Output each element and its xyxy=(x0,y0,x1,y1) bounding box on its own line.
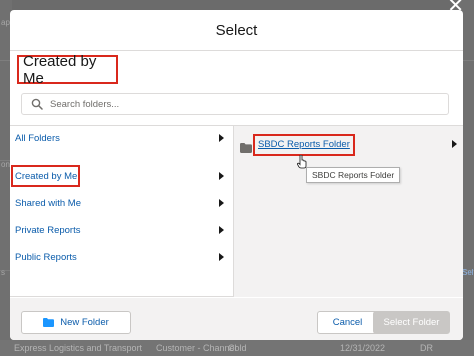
backdrop-fragment: on xyxy=(1,160,10,169)
folder-contents-list: SBDC Reports Folder SBDC Reports Folder xyxy=(234,126,463,297)
backdrop-cell: Express Logistics and Transport xyxy=(14,343,143,353)
search-icon xyxy=(31,98,43,110)
cancel-button[interactable]: Cancel xyxy=(317,311,378,334)
nav-item-all-folders[interactable]: All Folders xyxy=(10,127,233,149)
modal-header: Select xyxy=(10,10,463,51)
backdrop-fragment: ap xyxy=(1,18,10,27)
folder-category-list: All Folders Created by Me Shared with Me… xyxy=(10,126,234,297)
nav-item-label: Shared with Me xyxy=(15,197,82,209)
selected-item-highlight xyxy=(11,165,80,187)
backdrop-cell: DR xyxy=(420,343,433,353)
new-folder-icon xyxy=(43,318,55,327)
folder-browser: All Folders Created by Me Shared with Me… xyxy=(10,125,463,297)
caret-right-icon xyxy=(219,134,224,142)
modal-title: Select xyxy=(215,21,258,39)
caret-right-icon xyxy=(219,226,224,234)
select-folder-button[interactable]: Select Folder xyxy=(373,311,450,334)
backdrop-fragment: Sel xyxy=(462,268,474,277)
nav-item-private-reports[interactable]: Private Reports xyxy=(10,219,233,241)
nav-item-label: All Folders xyxy=(15,132,60,144)
backdrop-table-row: Express Logistics and Transport Customer… xyxy=(0,340,474,356)
nav-item-shared-with-me[interactable]: Shared with Me xyxy=(10,192,233,214)
search-folders-box[interactable] xyxy=(21,93,449,115)
modal-footer: New Folder Cancel Select Folder xyxy=(10,298,463,340)
folder-icon xyxy=(240,140,252,153)
nav-item-label: Private Reports xyxy=(15,224,81,236)
folder-row[interactable]: SBDC Reports Folder xyxy=(234,134,463,169)
select-folder-modal: Select Created by Me All Folders Created… xyxy=(10,10,463,340)
backdrop-fragment: s xyxy=(1,268,5,277)
new-folder-label: New Folder xyxy=(60,317,109,328)
folder-link-sbdc-reports[interactable]: SBDC Reports Folder xyxy=(258,139,350,150)
new-folder-button[interactable]: New Folder xyxy=(21,311,131,334)
caret-right-icon xyxy=(452,140,457,148)
backdrop-cell: Cold xyxy=(228,343,247,353)
caret-right-icon xyxy=(219,199,224,207)
caret-right-icon xyxy=(219,172,224,180)
backdrop-cell: 12/31/2022 xyxy=(340,343,386,353)
current-folder-heading-highlight: Created by Me xyxy=(17,52,118,87)
backdrop-cell: Customer - Channel xyxy=(156,343,237,353)
folder-tooltip: SBDC Reports Folder xyxy=(306,167,401,183)
search-folders-input[interactable] xyxy=(50,98,430,110)
caret-right-icon xyxy=(219,253,224,261)
current-folder-heading: Created by Me xyxy=(23,52,97,87)
nav-item-label: Public Reports xyxy=(15,251,77,263)
nav-item-public-reports[interactable]: Public Reports xyxy=(10,246,233,268)
